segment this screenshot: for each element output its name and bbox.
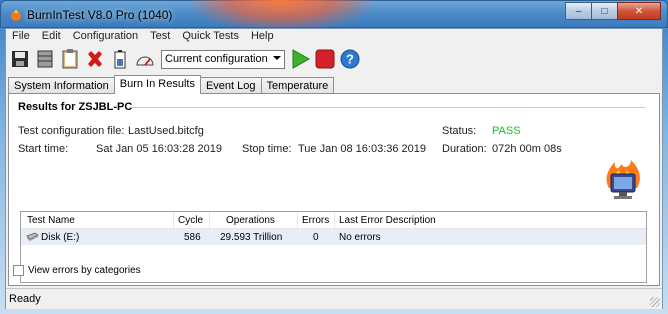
window-controls: – □ ✕ (565, 2, 661, 20)
status-label: Status: (442, 125, 477, 137)
tab-burn-in-results[interactable]: Burn In Results (113, 75, 201, 94)
menu-bar: File Edit Configuration Test Quick Tests… (6, 29, 662, 44)
column-operations[interactable]: Operations (226, 215, 275, 226)
burning-monitor-icon (606, 160, 640, 199)
close-button[interactable]: ✕ (617, 2, 661, 20)
play-icon (292, 49, 310, 69)
row-test-name: Disk (E:) (41, 232, 80, 243)
start-test-button[interactable] (288, 46, 312, 72)
save-icon (12, 51, 28, 67)
menu-help[interactable]: Help (245, 29, 280, 44)
column-cycle[interactable]: Cycle (178, 215, 203, 226)
maximize-button[interactable]: □ (591, 2, 618, 20)
minimize-button[interactable]: – (565, 2, 592, 20)
status-value: PASS (492, 125, 521, 137)
stop-time-label: Stop time: (242, 143, 292, 155)
clear-button[interactable] (83, 46, 107, 72)
app-icon (11, 9, 21, 21)
title-glow (191, 0, 371, 31)
tab-event-log[interactable]: Event Log (199, 77, 262, 94)
configuration-select[interactable]: Current configuration (161, 49, 285, 69)
status-text: Ready (9, 293, 41, 305)
menu-configuration[interactable]: Configuration (67, 29, 144, 44)
column-test-name[interactable]: Test Name (27, 215, 75, 226)
help-button[interactable]: ? (338, 46, 362, 72)
menu-file[interactable]: File (6, 29, 36, 44)
results-panel: Results for ZSJBL-PC Test configuration … (8, 93, 660, 286)
gauge-icon (136, 56, 154, 66)
resize-grip[interactable] (650, 297, 660, 307)
menu-edit[interactable]: Edit (36, 29, 67, 44)
clipboard-icon (62, 49, 78, 69)
grid-header: Test Name Cycle Operations Errors Last E… (21, 212, 646, 229)
battery-button[interactable] (108, 46, 132, 72)
stop-test-button[interactable] (313, 46, 337, 72)
stop-time-value: Tue Jan 08 16:03:36 2019 (298, 143, 427, 155)
start-time-value: Sat Jan 05 16:03:28 2019 (96, 143, 222, 155)
table-row[interactable]: Disk (E:) 586 29.593 Trillion 0 No error… (21, 229, 646, 245)
column-last-error[interactable]: Last Error Description (339, 215, 436, 226)
toolbar: Current configuration ? (8, 45, 363, 73)
help-icon: ? (340, 49, 360, 69)
column-errors[interactable]: Errors (302, 215, 329, 226)
database-icon (37, 50, 53, 68)
svg-text:?: ? (346, 52, 354, 67)
tab-system-information[interactable]: System Information (8, 77, 115, 94)
row-last-error: No errors (339, 232, 381, 243)
title-bar: BurnInTest V8.0 Pro (1040) – □ ✕ (0, 0, 668, 31)
menu-test[interactable]: Test (144, 29, 176, 44)
results-title: Results for ZSJBL-PC (18, 101, 137, 113)
menu-quick-tests[interactable]: Quick Tests (176, 29, 245, 44)
view-errors-toggle[interactable]: View errors by categories (13, 265, 141, 276)
configuration-select-value: Current configuration (165, 53, 268, 65)
row-operations: 29.593 Trillion (220, 232, 283, 243)
main-window: File Edit Configuration Test Quick Tests… (5, 28, 663, 309)
database-button[interactable] (33, 46, 57, 72)
chevron-down-icon (273, 55, 281, 60)
disk-icon (26, 232, 39, 241)
stop-icon (315, 49, 335, 69)
duration-label: Duration: (442, 143, 487, 155)
results-divider (129, 107, 645, 108)
status-bar: Ready (6, 288, 662, 309)
clipboard-button[interactable] (58, 46, 82, 72)
row-errors: 0 (313, 232, 319, 243)
config-file-label: Test configuration file: (18, 125, 125, 137)
window-title: BurnInTest V8.0 Pro (1040) (27, 8, 173, 22)
start-time-label: Start time: (18, 143, 69, 155)
gauge-button[interactable] (133, 46, 157, 72)
clear-x-icon (88, 51, 102, 67)
battery-icon (114, 50, 126, 69)
save-button[interactable] (8, 46, 32, 72)
tab-temperature[interactable]: Temperature (260, 77, 335, 94)
view-errors-checkbox[interactable] (13, 265, 24, 276)
config-file-value: LastUsed.bitcfg (128, 125, 204, 137)
row-cycle: 586 (184, 232, 201, 243)
view-errors-label: View errors by categories (28, 265, 141, 276)
duration-value: 072h 00m 08s (492, 143, 562, 155)
tab-strip: System Information Burn In Results Event… (8, 75, 335, 94)
